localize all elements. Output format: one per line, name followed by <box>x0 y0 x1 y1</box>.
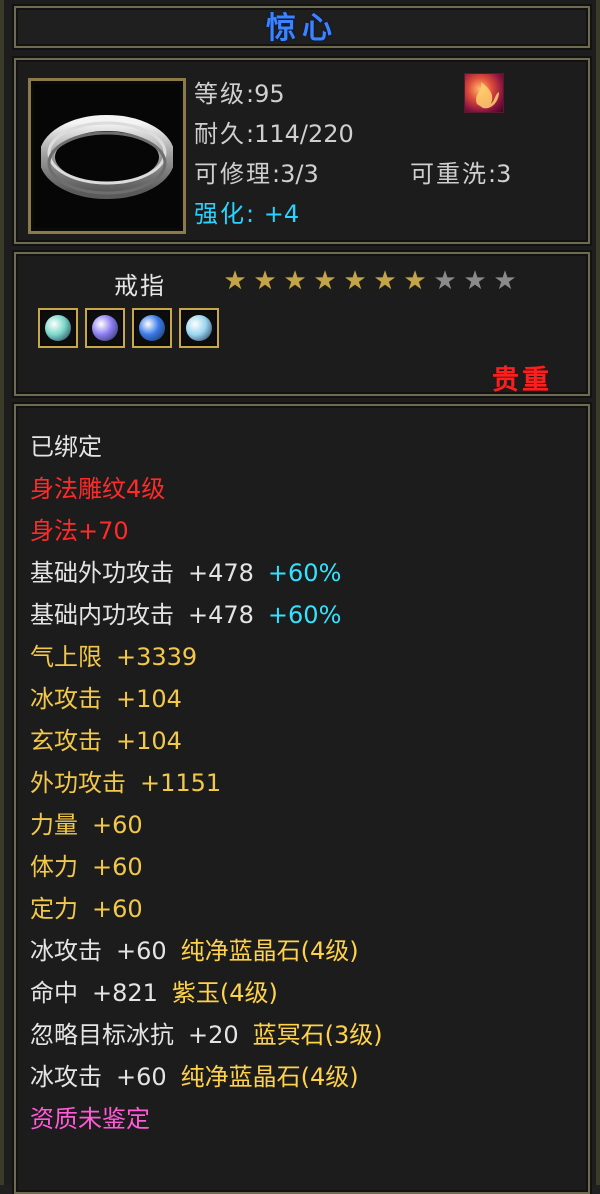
cyan-gem-icon <box>186 315 212 341</box>
rewash-value: 3 <box>496 160 512 188</box>
gem-slot[interactable] <box>179 308 219 348</box>
attribute-row: 定力 +60 <box>30 888 580 930</box>
repair-value: 3/3 <box>280 160 319 188</box>
star-filled-icon: ★ <box>403 266 427 296</box>
star-filled-icon: ★ <box>373 266 397 296</box>
enhance-value: +4 <box>263 200 300 228</box>
rewash-line: 可重洗:3 <box>410 160 512 188</box>
attribute-text: 已绑定 <box>30 433 102 461</box>
star-filled-icon: ★ <box>313 266 337 296</box>
attribute-text: 玄攻击 <box>30 727 102 755</box>
attribute-text: +60 <box>116 1063 167 1091</box>
attribute-text: +60% <box>267 601 342 629</box>
rewash-label: 可重洗 <box>410 160 488 188</box>
attribute-row: 冰攻击 +60 纯净蓝晶石(4级) <box>30 930 580 972</box>
attribute-text: +20 <box>188 1021 239 1049</box>
attribute-text: 气上限 <box>30 643 102 671</box>
durability-line: 耐久:114/220 <box>194 120 354 148</box>
silver-ring-icon <box>41 115 173 199</box>
level-label: 等级 <box>194 80 246 108</box>
level-line: 等级:95 <box>194 80 285 108</box>
star-filled-icon: ★ <box>283 266 307 296</box>
star-empty-icon: ★ <box>433 266 457 296</box>
attribute-text: 身法+70 <box>30 517 129 545</box>
attribute-text: +478 <box>188 601 254 629</box>
repair-line: 可修理:3/3 <box>194 160 319 188</box>
green-gem-icon <box>45 315 71 341</box>
purple-gem-icon <box>92 315 118 341</box>
attribute-text: +60% <box>267 559 342 587</box>
attribute-text: 基础外功攻击 <box>30 559 174 587</box>
enhance-label: 强化: <box>194 200 257 228</box>
attribute-row: 资质未鉴定 <box>30 1098 580 1140</box>
attribute-row: 冰攻击 +60 纯净蓝晶石(4级) <box>30 1056 580 1098</box>
star-rating: ★ ★ ★ ★ ★ ★ ★ ★ ★ ★ <box>222 268 518 294</box>
attribute-text: 冰攻击 <box>30 937 102 965</box>
durability-label: 耐久 <box>194 120 246 148</box>
star-empty-icon: ★ <box>493 266 517 296</box>
star-filled-icon: ★ <box>223 266 247 296</box>
durability-value: 114/220 <box>254 120 354 148</box>
attribute-text: 蓝冥石(3级) <box>252 1021 383 1049</box>
item-tooltip: 惊心 等级:95 耐久:114/220 可修理:3/3 可重洗:3 强化: +4… <box>0 0 600 1194</box>
enhance-line: 强化: +4 <box>194 200 299 228</box>
level-value: 95 <box>254 80 285 108</box>
attribute-text: 纯净蓝晶石(4级) <box>180 1063 359 1091</box>
attribute-text: 身法雕纹4级 <box>30 475 166 503</box>
attribute-text: 冰攻击 <box>30 685 102 713</box>
attribute-row: 基础内功攻击 +478 +60% <box>30 594 580 636</box>
blue-gem-icon <box>139 315 165 341</box>
gem-slots <box>38 308 219 348</box>
attribute-text: 外功攻击 <box>30 769 126 797</box>
attribute-text: 忽略目标冰抗 <box>30 1021 174 1049</box>
attribute-list: 已绑定身法雕纹4级 身法+70 基础外功攻击 +478 +60% 基础内功攻击 +478 +6… <box>30 426 580 1140</box>
attribute-text: +60 <box>92 853 143 881</box>
item-type: 戒指 <box>114 272 166 300</box>
gem-slot[interactable] <box>38 308 78 348</box>
attribute-text: 纯净蓝晶石(4级) <box>180 937 359 965</box>
repair-label: 可修理 <box>194 160 272 188</box>
attribute-text: +60 <box>92 895 143 923</box>
gem-slot[interactable] <box>85 308 125 348</box>
attribute-row: 身法+70 <box>30 510 580 552</box>
attribute-text: 力量 <box>30 811 78 839</box>
gem-slot[interactable] <box>132 308 172 348</box>
attribute-text: +104 <box>116 685 182 713</box>
item-icon-frame <box>28 78 186 234</box>
attribute-text: +478 <box>188 559 254 587</box>
attribute-text: 紫玉(4级) <box>171 979 278 1007</box>
attribute-row: 气上限 +3339 <box>30 636 580 678</box>
attribute-text: 冰攻击 <box>30 1063 102 1091</box>
attribute-text: +3339 <box>116 643 198 671</box>
attribute-row: 忽略目标冰抗 +20 蓝冥石(3级) <box>30 1014 580 1056</box>
attribute-row: 冰攻击 +104 <box>30 678 580 720</box>
attribute-text: 命中 <box>30 979 78 1007</box>
attribute-row: 身法雕纹4级 <box>30 468 580 510</box>
attribute-row: 外功攻击 +1151 <box>30 762 580 804</box>
attribute-text: +60 <box>116 937 167 965</box>
attribute-row: 基础外功攻击 +478 +60% <box>30 552 580 594</box>
attribute-row: 体力 +60 <box>30 846 580 888</box>
attribute-row: 已绑定 <box>30 426 580 468</box>
star-filled-icon: ★ <box>253 266 277 296</box>
attribute-text: +821 <box>92 979 158 1007</box>
attribute-row: 命中 +821 紫玉(4级) <box>30 972 580 1014</box>
star-empty-icon: ★ <box>463 266 487 296</box>
attribute-text: 体力 <box>30 853 78 881</box>
attribute-text: 定力 <box>30 895 78 923</box>
attribute-text: +1151 <box>140 769 222 797</box>
attribute-text: +104 <box>116 727 182 755</box>
item-name: 惊心 <box>266 11 338 46</box>
attribute-row: 玄攻击 +104 <box>30 720 580 762</box>
attribute-row: 力量 +60 <box>30 804 580 846</box>
rarity-label: 贵重 <box>492 365 552 396</box>
star-filled-icon: ★ <box>343 266 367 296</box>
attribute-text: +60 <box>92 811 143 839</box>
title-bar: 惊心 <box>14 6 590 48</box>
attribute-text: 基础内功攻击 <box>30 601 174 629</box>
flame-badge-icon[interactable] <box>464 73 504 113</box>
attribute-text: 资质未鉴定 <box>30 1105 150 1133</box>
